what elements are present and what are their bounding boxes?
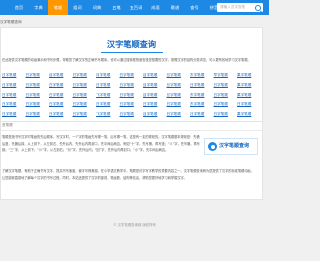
char-stroke-link[interactable]: 日字笔顺 — [214, 82, 228, 88]
char-stroke-link[interactable]: 日字笔顺 — [49, 111, 63, 117]
char-stroke-link[interactable]: 日字笔顺 — [2, 82, 16, 88]
char-stroke-link[interactable]: 日字笔顺 — [73, 72, 87, 78]
char-stroke-link[interactable]: 日字笔顺 — [143, 101, 157, 107]
logo-text: 汉字笔顺查询 — [219, 143, 250, 149]
char-stroke-link[interactable]: 日字笔顺 — [26, 82, 40, 88]
char-stroke-link[interactable]: 日字笔顺 — [167, 101, 181, 107]
nav-item[interactable]: 歌谱 — [165, 0, 185, 15]
char-stroke-link[interactable]: 日字笔顺 — [120, 111, 134, 117]
site-logo: 汉字笔顺查询 — [204, 138, 258, 155]
char-stroke-link[interactable]: 旦字笔顺 — [167, 82, 181, 88]
char-stroke-link[interactable]: 日字笔顺 — [73, 111, 87, 117]
page-title: 汉字笔顺查询 — [106, 39, 157, 49]
top-nav: 首页 字典 笔顺 组词 词典 五笔 五百词 成语 歌谱 查号 拼音 请输入汉字查笔 — [0, 0, 269, 15]
stroke-query-panel: 汉字笔顺查询 在此提供汉字笔顺的动画演示和书写步骤，帮助您了解汉字的正确书写顺序… — [0, 27, 263, 129]
search-icon[interactable] — [255, 5, 261, 11]
char-stroke-link[interactable]: 日字笔顺 — [2, 101, 16, 107]
char-stroke-link[interactable]: 日字笔顺 — [120, 101, 134, 107]
nav-item[interactable]: 字典 — [29, 0, 49, 15]
nav-item[interactable]: 首页 — [9, 0, 29, 15]
nav-item[interactable]: 成语 — [146, 0, 166, 15]
nav-item[interactable]: 笔顺 — [48, 0, 68, 15]
char-stroke-link[interactable]: 日字笔顺 — [214, 111, 228, 117]
char-stroke-link[interactable]: 日字笔顺 — [214, 92, 228, 98]
char-stroke-link[interactable]: 日字笔顺 — [73, 82, 87, 88]
char-stroke-link[interactable]: 果字笔顺 — [237, 92, 251, 98]
nav-item[interactable]: 查号 — [185, 0, 205, 15]
char-stroke-link[interactable]: 飞字笔顺 — [96, 111, 110, 117]
char-stroke-link[interactable]: 目字笔顺 — [143, 82, 157, 88]
title-underline — [101, 52, 163, 53]
char-stroke-link[interactable]: 日字笔顺 — [26, 92, 40, 98]
char-stroke-link[interactable]: 日字笔顺 — [237, 101, 251, 107]
char-stroke-link[interactable]: 日字笔顺 — [120, 92, 134, 98]
char-stroke-link[interactable]: 旦字笔顺 — [167, 92, 181, 98]
char-stroke-link[interactable]: 白字笔顺 — [49, 101, 63, 107]
char-stroke-link[interactable]: 日字笔顺 — [26, 101, 40, 107]
char-stroke-link[interactable]: 东字笔顺 — [190, 72, 204, 78]
char-stroke-link[interactable]: 日字笔顺 — [2, 111, 16, 117]
char-stroke-link[interactable]: 目字笔顺 — [143, 111, 157, 117]
footer-text: © 汉字笔顺查询网 版权所有 — [113, 223, 156, 227]
search-box[interactable]: 请输入汉字查笔 — [217, 3, 263, 12]
char-stroke-link[interactable]: 果字笔顺 — [237, 72, 251, 78]
char-stroke-link[interactable]: 东字笔顺 — [190, 101, 204, 107]
char-stroke-link[interactable]: 目字笔顺 — [143, 92, 157, 98]
char-stroke-link[interactable]: 日字笔顺 — [120, 82, 134, 88]
char-stroke-link[interactable]: 早字笔顺 — [214, 72, 228, 78]
nav-item[interactable]: 五百词 — [126, 0, 146, 15]
char-stroke-link[interactable]: 日字笔顺 — [73, 101, 87, 107]
char-stroke-link[interactable]: 日字笔顺 — [26, 72, 40, 78]
char-stroke-link[interactable]: 日字笔顺 — [190, 82, 204, 88]
char-stroke-link[interactable]: 日字笔顺 — [190, 111, 204, 117]
char-stroke-link[interactable]: 东字笔顺 — [190, 92, 204, 98]
nav-item[interactable]: 五笔 — [107, 0, 127, 15]
intro-text: 在此提供汉字笔顺的动画演示和书写步骤，帮助您了解汉字的正确书写顺序。也可以通过搜… — [2, 58, 251, 62]
article-paragraph-1: 笔顺是指书写汉字时笔画的先后顺序。写汉字时，一个字的笔画先写哪一笔、后写哪一笔，… — [2, 135, 200, 153]
article-paragraph-2: 了解汉字笔顺，有助于正确书写汉字，提高书写速度，使字写得美观。在小学语文教学中，… — [2, 169, 254, 180]
char-stroke-link[interactable]: 日字笔顺 — [26, 111, 40, 117]
char-stroke-link[interactable]: 月字笔顺 — [96, 72, 110, 78]
char-stroke-link[interactable]: 日字笔顺 — [214, 101, 228, 107]
char-stroke-link[interactable]: 飞字笔顺 — [96, 92, 110, 98]
char-stroke-link[interactable]: 日字笔顺 — [96, 82, 110, 88]
char-stroke-link[interactable]: 果字笔顺 — [237, 111, 251, 117]
section-divider — [1, 130, 262, 131]
char-stroke-link[interactable]: 白字笔顺 — [49, 92, 63, 98]
section-heading: 查笔顺 — [2, 123, 13, 127]
breadcrumb[interactable]: 汉字笔顺查询 — [0, 19, 22, 25]
char-stroke-link[interactable]: 旦字笔顺 — [167, 72, 181, 78]
char-stroke-link[interactable]: 白字笔顺 — [120, 72, 134, 78]
nav-item[interactable]: 词典 — [87, 0, 107, 15]
char-stroke-link[interactable]: 日字笔顺 — [96, 101, 110, 107]
char-stroke-link[interactable]: 果字笔顺 — [237, 82, 251, 88]
nav-item[interactable]: 组词 — [68, 0, 88, 15]
char-stroke-link[interactable]: 日字笔顺 — [2, 92, 16, 98]
char-stroke-link[interactable]: 日字笔顺 — [73, 92, 87, 98]
article-panel: 查笔顺 笔顺是指书写汉字时笔画的先后顺序。写汉字时，一个字的笔画先写哪一笔、后写… — [0, 121, 263, 200]
char-stroke-link[interactable]: 日字笔顺 — [2, 72, 16, 78]
char-stroke-link[interactable]: 目字笔顺 — [49, 72, 63, 78]
char-stroke-link[interactable]: 目字笔顺 — [143, 72, 157, 78]
logo-icon — [208, 142, 217, 151]
search-placeholder: 请输入汉字查笔 — [220, 5, 246, 9]
char-stroke-link[interactable]: 白字笔顺 — [49, 82, 63, 88]
char-stroke-link[interactable]: 日字笔顺 — [167, 111, 181, 117]
